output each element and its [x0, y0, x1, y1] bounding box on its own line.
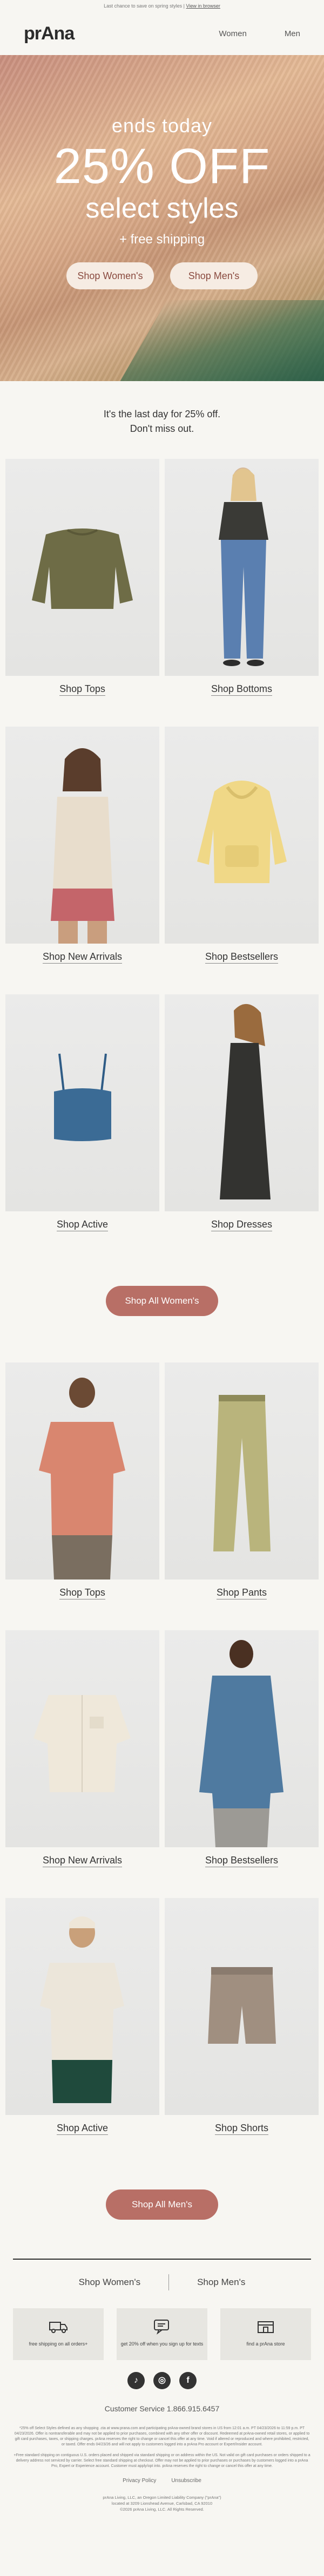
- nav-women-link[interactable]: Women: [219, 29, 246, 38]
- store-icon: [220, 2317, 311, 2336]
- mens-grid-row-3: Shop Active Shop Shorts: [0, 1898, 324, 2166]
- product-tile[interactable]: Shop Tops: [5, 1362, 159, 1630]
- intro-line-1: It's the last day for 25% off.: [103, 409, 221, 419]
- preheader-text: Last chance to save on spring styles |: [104, 3, 185, 9]
- footer-nav: Shop Women's Shop Men's: [0, 2260, 324, 2305]
- product-image-jeans-model[interactable]: [165, 459, 319, 676]
- shop-all-womens-button[interactable]: Shop All Women's: [106, 1286, 218, 1316]
- product-tile[interactable]: Shop Bestsellers: [165, 1630, 319, 1898]
- product-image-tank-model[interactable]: [5, 727, 159, 944]
- customer-service[interactable]: Customer Service 1.866.915.6457: [0, 2404, 324, 2413]
- top-nav: prAna Women Men: [0, 12, 324, 55]
- mens-cta-row: Shop All Men's: [0, 2166, 324, 2243]
- intro-text: It's the last day for 25% off. Don't mis…: [0, 381, 324, 459]
- tile-label[interactable]: Shop Bestsellers: [205, 1855, 279, 1867]
- product-image-sports-bra[interactable]: [5, 994, 159, 1211]
- tile-label[interactable]: Shop Active: [56, 1219, 109, 1231]
- email-page: Last chance to save on spring styles | V…: [0, 0, 324, 2576]
- footer-nav-separator: [168, 2274, 170, 2290]
- tile-label[interactable]: Shop Tops: [59, 683, 105, 696]
- tile-label[interactable]: Shop Active: [56, 2123, 109, 2135]
- hero-subheadline: select styles: [85, 193, 239, 224]
- product-tile[interactable]: Shop Shorts: [165, 1898, 319, 2166]
- product-image-pants[interactable]: [165, 1362, 319, 1580]
- unsubscribe-link[interactable]: Unsubscribe: [171, 2478, 201, 2484]
- womens-grid-row-1: Shop Tops Shop Bottoms: [0, 459, 324, 727]
- product-tile[interactable]: Shop Bestsellers: [165, 727, 319, 994]
- footer-shop-womens-link[interactable]: Shop Women's: [79, 2277, 140, 2288]
- product-tile[interactable]: Shop New Arrivals: [5, 727, 159, 994]
- womens-grid-row-2: Shop New Arrivals Shop Bestsellers: [0, 727, 324, 994]
- tile-label[interactable]: Shop Shorts: [214, 2123, 269, 2135]
- legal-disclaimer: *25% off Select Styles defined as any sh…: [0, 2413, 324, 2469]
- product-image-dress-model[interactable]: [165, 994, 319, 1211]
- prana-logo[interactable]: prAna: [24, 23, 75, 44]
- address-line-2: located at 3209 Lionshead Avenue, Carlsb…: [111, 2501, 213, 2506]
- product-tile[interactable]: Shop Dresses: [165, 994, 319, 1262]
- product-tile[interactable]: Shop New Arrivals: [5, 1630, 159, 1898]
- hero-shipping-note: + free shipping: [119, 232, 205, 247]
- product-image-sweater[interactable]: [5, 459, 159, 676]
- product-image-tee-model[interactable]: [5, 1898, 159, 2115]
- truck-icon: [13, 2317, 104, 2336]
- copyright: ©2026 prAna Living, LLC. All Rights Rese…: [120, 2507, 204, 2512]
- perk-text: free shipping on all orders+: [29, 2341, 88, 2347]
- product-tile[interactable]: Shop Tops: [5, 459, 159, 727]
- address-line-1: prAna Living, LLC, an Oregon Limited Lia…: [103, 2495, 221, 2500]
- nav-men-link[interactable]: Men: [285, 29, 300, 38]
- legal-paragraph-1: *25% off Select Styles defined as any sh…: [14, 2426, 310, 2446]
- shop-all-mens-button[interactable]: Shop All Men's: [106, 2189, 218, 2220]
- tile-label[interactable]: Shop New Arrivals: [42, 1855, 123, 1867]
- intro-line-2: Don't miss out.: [130, 423, 194, 434]
- womens-grid-row-3: Shop Active Shop Dresses: [0, 994, 324, 1262]
- tile-label[interactable]: Shop Bottoms: [211, 683, 273, 696]
- facebook-icon[interactable]: f: [179, 2372, 197, 2389]
- hero-shop-mens-button[interactable]: Shop Men's: [170, 262, 258, 289]
- perks-row: free shipping on all orders+ get 20% off…: [0, 2308, 324, 2360]
- preheader: Last chance to save on spring styles | V…: [0, 0, 324, 12]
- perk-text: get 20% off when you sign up for texts: [120, 2341, 204, 2347]
- hero-shop-womens-button[interactable]: Shop Women's: [66, 262, 154, 289]
- product-image-shirt-model[interactable]: [5, 1362, 159, 1580]
- product-tile[interactable]: Shop Active: [5, 994, 159, 1262]
- legal-paragraph-2: +Free standard shipping on contiguous U.…: [14, 2453, 310, 2468]
- chat-icon: [117, 2317, 207, 2336]
- mens-grid-row-1: Shop Tops Shop Pants: [0, 1362, 324, 1630]
- perk-texts[interactable]: get 20% off when you sign up for texts: [117, 2308, 207, 2360]
- tile-label[interactable]: Shop New Arrivals: [42, 951, 123, 964]
- tiktok-icon[interactable]: ♪: [127, 2372, 145, 2389]
- footer-shop-mens-link[interactable]: Shop Men's: [197, 2277, 245, 2288]
- tile-label[interactable]: Shop Dresses: [211, 1219, 273, 1231]
- social-links: ♪ ◎ f: [0, 2372, 324, 2389]
- tile-label[interactable]: Shop Pants: [216, 1587, 267, 1599]
- footer-links: Privacy Policy Unsubscribe: [0, 2478, 324, 2484]
- perk-free-shipping[interactable]: free shipping on all orders+: [13, 2308, 104, 2360]
- product-image-hoodie[interactable]: [165, 727, 319, 944]
- privacy-policy-link[interactable]: Privacy Policy: [123, 2478, 156, 2484]
- product-tile[interactable]: Shop Bottoms: [165, 459, 319, 727]
- instagram-icon[interactable]: ◎: [153, 2372, 171, 2389]
- hero-banner[interactable]: ends today 25% OFF select styles + free …: [0, 55, 324, 381]
- womens-cta-row: Shop All Women's: [0, 1262, 324, 1340]
- perk-store-finder[interactable]: find a prAna store: [220, 2308, 311, 2360]
- product-image-button-shirt[interactable]: [5, 1630, 159, 1847]
- product-image-longsleeve-model[interactable]: [165, 1630, 319, 1847]
- perk-text: find a prAna store: [246, 2341, 285, 2347]
- tile-label[interactable]: Shop Tops: [59, 1587, 105, 1599]
- product-tile[interactable]: Shop Active: [5, 1898, 159, 2166]
- view-in-browser-link[interactable]: View in browser: [186, 3, 220, 9]
- hero-headline: 25% OFF: [53, 139, 271, 194]
- product-tile[interactable]: Shop Pants: [165, 1362, 319, 1630]
- company-address: prAna Living, LLC, an Oregon Limited Lia…: [0, 2494, 324, 2512]
- tile-label[interactable]: Shop Bestsellers: [205, 951, 279, 964]
- product-image-shorts[interactable]: [165, 1898, 319, 2115]
- mens-grid-row-2: Shop New Arrivals Shop Bestsellers: [0, 1630, 324, 1898]
- hero-kicker: ends today: [111, 114, 213, 137]
